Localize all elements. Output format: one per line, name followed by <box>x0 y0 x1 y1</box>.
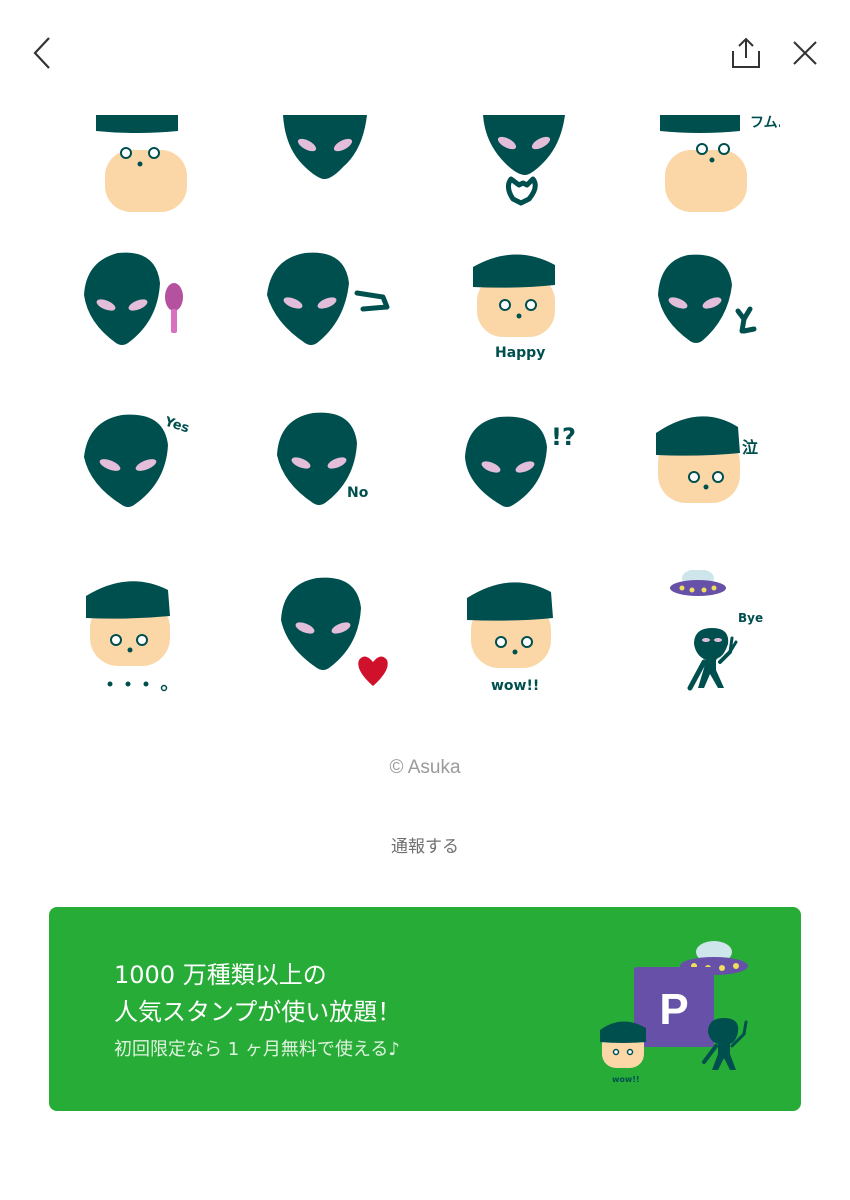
sticker-alien-ufo-bye[interactable]: Bye <box>620 570 780 710</box>
back-button[interactable] <box>17 28 67 78</box>
banner-headline-1: 1000 万種類以上の <box>114 961 327 989</box>
sticker-alien-exclaim[interactable]: !? <box>435 405 595 545</box>
banner-headline-2: 人気スタンプが使い放題！ <box>114 998 402 1026</box>
caption-yes: Yes <box>162 414 191 436</box>
caption-hmm: フム. <box>750 115 780 131</box>
sticker-alien-arrow[interactable] <box>245 245 405 385</box>
sticker-grid: フム. Happy Yes No !? 泣 wow!! Bye <box>50 100 800 720</box>
sticker-alien-heart-hands[interactable] <box>435 100 595 235</box>
caption-happy: Happy <box>495 345 545 361</box>
sticker-alien-peace[interactable] <box>620 245 780 385</box>
sticker-alien-face[interactable] <box>245 100 405 235</box>
caption-no: No <box>347 485 369 501</box>
sticker-alien-love[interactable] <box>245 570 405 710</box>
banner-art-caption: wow!! <box>612 1075 640 1084</box>
share-button[interactable] <box>721 28 771 78</box>
report-link[interactable]: 通報する <box>0 832 850 857</box>
sticker-alien-no[interactable]: No <box>245 405 405 545</box>
top-bar <box>0 0 850 100</box>
sticker-boy-cry[interactable]: 泣 <box>620 405 780 545</box>
caption-wow: wow!! <box>491 678 539 694</box>
caption-bye: Bye <box>738 611 763 625</box>
banner-illustration: P wow!! <box>600 941 748 1084</box>
close-icon <box>793 41 817 65</box>
sticker-alien-fan[interactable] <box>60 245 220 385</box>
sticker-boy-happy[interactable]: Happy <box>435 245 595 385</box>
banner-subtext: 初回限定なら 1 ヶ月無料で使える♪ <box>114 1039 400 1060</box>
premium-badge-letter: P <box>659 985 688 1034</box>
chevron-left-icon <box>33 37 50 69</box>
share-icon <box>732 37 760 68</box>
sticker-boy-dots[interactable] <box>60 570 220 710</box>
copyright-text: © Asuka <box>389 757 461 778</box>
sticker-boy-hmm[interactable]: フム. <box>620 100 780 235</box>
close-button[interactable] <box>780 28 830 78</box>
caption-cry: 泣 <box>742 438 758 457</box>
sticker-boy-wow[interactable]: wow!! <box>435 570 595 710</box>
sticker-boy-face[interactable] <box>60 100 220 235</box>
sticker-alien-yes[interactable]: Yes <box>60 405 220 545</box>
premium-promo-banner[interactable]: 1000 万種類以上の 人気スタンプが使い放題！ 初回限定なら 1 ヶ月無料で使… <box>49 907 801 1111</box>
caption-exclaim: !? <box>551 423 576 451</box>
